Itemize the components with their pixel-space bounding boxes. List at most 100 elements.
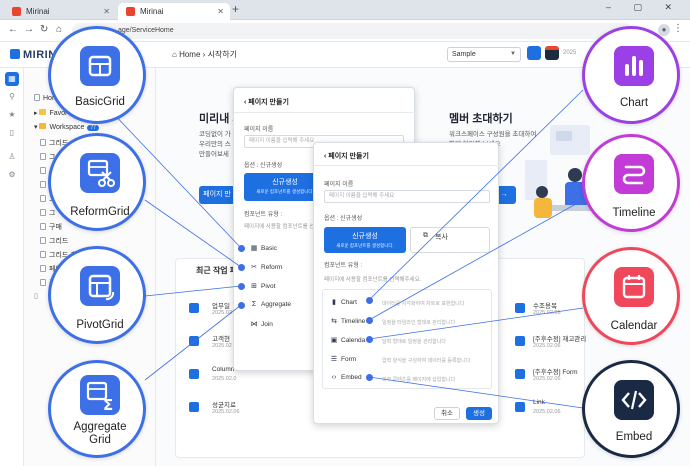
basic-grid-icon [80, 46, 120, 86]
dialog-title: ‹ 페이지 만들기 [244, 97, 289, 107]
sidebar-item-workspace[interactable]: ▾ Workspace 77 [34, 123, 99, 131]
page-tile-icon[interactable] [515, 369, 525, 379]
url-input[interactable]: age/ServiceHome [72, 23, 632, 39]
sidebar-item-label: 그리드 [49, 238, 69, 245]
copy-icon: ⧉ [423, 232, 428, 239]
page-icon [40, 265, 46, 272]
callout-aggregategrid: Σ Aggregate Grid [48, 360, 146, 458]
callout-basicgrid: BasicGrid [48, 26, 146, 124]
component-desc: 일정을 타임라인 형태로 관리합니다 [382, 320, 456, 326]
dialog-title-text: 페이지 만들기 [248, 99, 289, 106]
browser-tab[interactable]: Mirinai ✕ [4, 3, 116, 20]
logo-mark-icon [10, 49, 20, 59]
recent-page-name[interactable]: 수조용목 [533, 300, 557, 310]
page-tile-icon[interactable] [189, 369, 199, 379]
component-chart[interactable]: ▮ Chart [330, 298, 357, 306]
page-tile-icon[interactable] [189, 336, 199, 346]
calendar-icon [614, 267, 654, 307]
settings-icon[interactable]: ⚙ [5, 168, 19, 182]
browser-tab-bar: Mirinai ✕ Mirinai ✕ + – ▢ ✕ [0, 0, 690, 20]
component-pivot[interactable]: ⊞ Pivot [250, 282, 275, 290]
browser-menu-icon[interactable]: ⋮ [673, 23, 683, 34]
callout-dot [237, 301, 246, 310]
aggregate-icon: Σ [251, 301, 257, 308]
copy-option[interactable]: ⧉ 복사 [410, 227, 490, 253]
callout-label: ReformGrid [70, 206, 130, 218]
recent-page-name[interactable]: [주후수정] Form [533, 366, 587, 376]
page-tile-icon[interactable] [515, 336, 525, 346]
recent-page-name[interactable]: Link [533, 399, 545, 406]
page-tile-icon[interactable] [515, 402, 525, 412]
back-chevron-icon[interactable]: ‹ [244, 99, 246, 106]
browser-tab-active[interactable]: Mirinai ✕ [118, 3, 230, 20]
recent-page-name[interactable]: [주후수정] 재고관리 (reform) [533, 333, 587, 343]
recent-page-date: 2025.02 [212, 343, 232, 349]
page-tile-icon[interactable] [189, 303, 199, 313]
create-button[interactable]: 생성 [466, 407, 492, 420]
recent-page-date: 2025.02.06 [533, 310, 561, 316]
divider [234, 112, 416, 113]
back-chevron-icon[interactable]: ‹ [324, 153, 326, 160]
share-icon[interactable]: ⚲ [5, 90, 19, 104]
grid-menu-icon[interactable]: ▦ [5, 72, 19, 86]
sidebar-item[interactable]: 구매 [40, 222, 62, 232]
browser-tab-label: Mirinai [26, 7, 50, 16]
component-timeline[interactable]: ⇆ Timeline [330, 317, 365, 325]
component-form[interactable]: ☰ Form [330, 355, 356, 363]
page-tile-icon[interactable] [515, 303, 525, 313]
page-tile-icon[interactable] [189, 402, 199, 412]
close-tab-icon[interactable]: ✕ [217, 3, 224, 20]
page-name-input[interactable]: 페이지 이름을 입력해 주세요 [324, 190, 490, 203]
notification-icon[interactable] [527, 46, 541, 60]
breadcrumb-home-icon[interactable]: ⌂ [172, 50, 177, 59]
component-reform[interactable]: ✂ Reform [250, 263, 282, 271]
reload-icon[interactable]: ↻ [40, 24, 48, 35]
option-label: 옵션 : 신규생성 [324, 216, 363, 222]
user-icon[interactable]: ♙ [5, 150, 19, 164]
divider [314, 165, 500, 166]
forward-icon[interactable]: → [24, 24, 34, 35]
recent-page-name[interactable]: 고객현 [212, 333, 230, 343]
pivot-grid-icon: ⊞ [251, 283, 257, 290]
component-label: Pivot [261, 283, 276, 290]
pivot-grid-icon [80, 266, 120, 306]
profile-icon[interactable]: ● [658, 24, 670, 36]
component-calendar[interactable]: ▣ Calendar [330, 336, 368, 344]
create-page-button[interactable]: 페이지 만 [199, 186, 235, 204]
create-page-dialog-front: ‹ 페이지 만들기 페이지 이름 페이지 이름을 입력해 주세요 옵션 : 신규… [313, 142, 500, 424]
page-icon [40, 167, 46, 174]
component-basic[interactable]: ▦ Basic [250, 244, 277, 252]
sidebar-trash[interactable]: ▯ [34, 292, 38, 300]
callout-dot [237, 244, 246, 253]
chevron-down-icon: ▼ [510, 51, 516, 57]
recent-page-name[interactable]: 업무일 [212, 300, 230, 310]
sample-select[interactable]: Sample ▼ [447, 47, 521, 62]
back-icon[interactable]: ← [8, 24, 18, 35]
home-icon[interactable]: ⌂ [56, 24, 62, 35]
recent-page-date: 2025.02.06 [533, 376, 561, 382]
sample-select-value: Sample [452, 51, 476, 58]
trash-icon[interactable]: ▯ [5, 126, 19, 140]
window-controls[interactable]: – ▢ ✕ [606, 2, 682, 13]
callout-pivotgrid: PivotGrid [48, 246, 146, 344]
recent-page-name[interactable]: 성균지료 [212, 399, 236, 409]
breadcrumb-home[interactable]: Home [179, 50, 200, 59]
component-aggregate[interactable]: Σ Aggregate [250, 301, 291, 308]
sidebar-item[interactable]: 그리드 [40, 236, 68, 246]
breadcrumb-current: 시작하기 [207, 50, 238, 59]
callout-timeline: Timeline [582, 134, 680, 232]
component-type-label: 컴포넌트 유형 : [244, 212, 283, 218]
new-create-option[interactable]: 신규생성 새로운 컴포넌트를 생성합니다. [324, 227, 406, 253]
star-icon[interactable]: ★ [5, 108, 19, 122]
recent-page-name[interactable]: Column [212, 366, 234, 373]
callout-reformgrid: ReformGrid [48, 133, 146, 231]
cancel-button[interactable]: 취소 [434, 407, 460, 420]
component-label: Basic [261, 245, 277, 252]
app-switch-icon[interactable] [545, 46, 559, 60]
new-tab-icon[interactable]: + [232, 2, 239, 16]
component-embed[interactable]: ‹› Embed [330, 374, 362, 381]
component-label: Chart [341, 299, 357, 306]
close-tab-icon[interactable]: ✕ [103, 3, 110, 20]
browser-tab-label: Mirinai [140, 7, 164, 16]
component-join[interactable]: ⋈ Join [250, 320, 273, 328]
